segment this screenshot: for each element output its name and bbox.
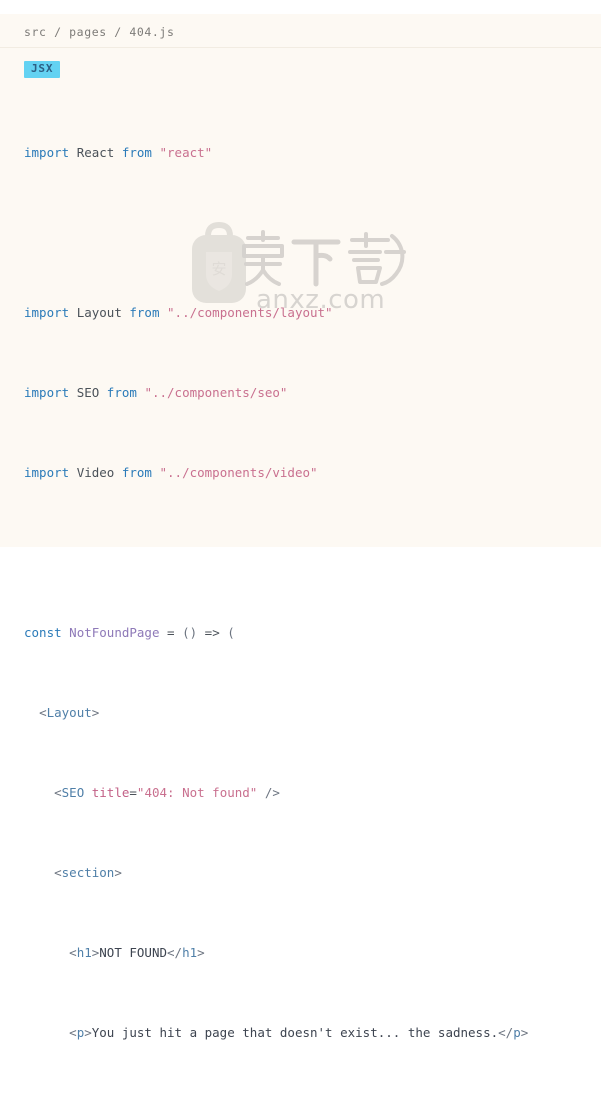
code-block: import React from "react" import Layout …	[0, 74, 601, 1094]
code-line: <h1>NOT FOUND</h1>	[69, 945, 205, 960]
language-badge-row: JSX	[0, 48, 601, 78]
code-line: import Video from "../components/video"	[24, 465, 318, 480]
code-line: <SEO title="404: Not found" />	[54, 785, 280, 800]
code-line: import Layout from "../components/layout…	[24, 305, 333, 320]
code-line: <p>You just hit a page that doesn't exis…	[69, 1025, 529, 1040]
breadcrumb-bar: src / pages / 404.js	[0, 14, 601, 48]
code-line: <Layout>	[39, 705, 100, 720]
code-line: import SEO from "../components/seo"	[24, 385, 288, 400]
code-snippet-card: src / pages / 404.js JSX import React fr…	[0, 14, 601, 1040]
code-line: const NotFoundPage = () => (	[24, 625, 235, 640]
code-line: <section>	[54, 865, 122, 880]
breadcrumb: src / pages / 404.js	[24, 25, 175, 39]
screenshot-root: src / pages / 404.js JSX import React fr…	[0, 0, 601, 1040]
code-line: import React from "react"	[24, 145, 213, 160]
